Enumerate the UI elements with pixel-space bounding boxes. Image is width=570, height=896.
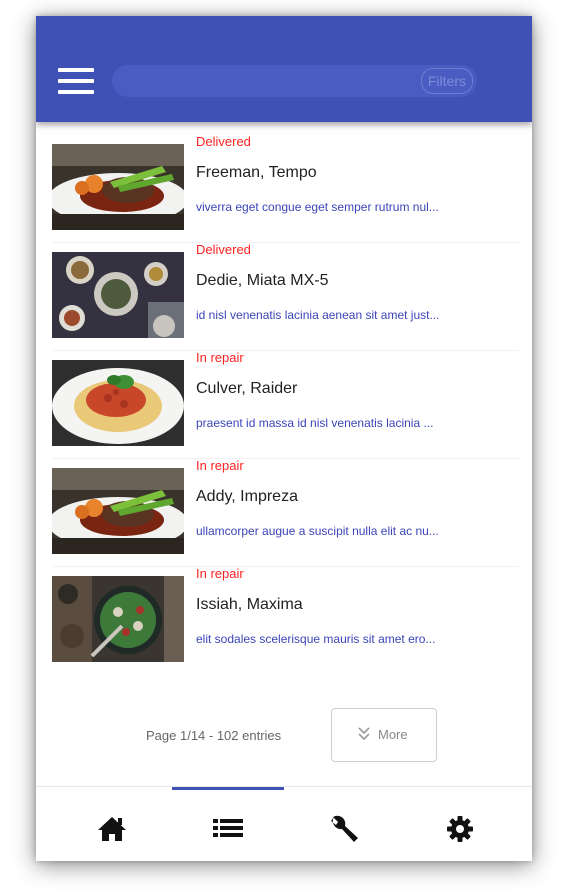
entry-title: Dedie, Miata MX-5 [196, 272, 329, 289]
more-button[interactable]: More [331, 708, 437, 762]
search-bar: Filters [112, 65, 477, 99]
more-button-label: More [378, 727, 408, 742]
list-item[interactable]: Delivered Freeman, Tempo viverra eget co… [52, 134, 519, 243]
list-item[interactable]: In repair Addy, Impreza ullamcorper augu… [52, 458, 519, 567]
entry-title: Addy, Impreza [196, 488, 298, 505]
search-input[interactable] [126, 65, 400, 99]
entry-title: Issiah, Maxima [196, 596, 303, 613]
steak-plate-image [52, 144, 184, 230]
status-badge: In repair [196, 458, 244, 473]
filters-button[interactable]: Filters [420, 68, 473, 94]
entry-title: Freeman, Tempo [196, 164, 317, 181]
bottom-navigation [36, 786, 532, 861]
table-dishes-image [52, 252, 184, 338]
status-badge: In repair [196, 350, 244, 365]
nav-list-button[interactable] [208, 809, 248, 849]
entry-description: id nisl venenatis lacinia aenean sit ame… [196, 308, 440, 322]
list-item[interactable]: Delivered Dedie, Miata MX-5 id nisl vene… [52, 242, 519, 351]
nav-settings-button[interactable] [440, 809, 480, 849]
nav-home-button[interactable] [92, 809, 132, 849]
status-badge: In repair [196, 566, 244, 581]
entry-description: viverra eget congue eget semper rutrum n… [196, 200, 439, 214]
list-icon [213, 819, 243, 837]
double-chevron-down-icon [358, 727, 370, 741]
salad-bowl-image [52, 576, 184, 662]
hamburger-menu-icon[interactable] [58, 68, 94, 94]
active-tab-indicator [172, 787, 284, 790]
status-badge: Delivered [196, 134, 251, 149]
gear-icon [447, 816, 473, 842]
spaghetti-plate-image [52, 360, 184, 446]
entry-description: ullamcorper augue a suscipit nulla elit … [196, 524, 439, 538]
app-screen: Filters Delivered Freeman, Tempo viverra… [36, 16, 532, 861]
entry-description: praesent id massa id nisl venenatis laci… [196, 416, 434, 430]
list-item[interactable]: In repair Culver, Raider praesent id mas… [52, 350, 519, 459]
wrench-icon [331, 815, 358, 842]
entry-description: elit sodales scelerisque mauris sit amet… [196, 632, 436, 646]
entry-title: Culver, Raider [196, 380, 298, 397]
status-badge: Delivered [196, 242, 251, 257]
pagination: Page 1/14 - 102 entries More [36, 708, 532, 762]
page-info-text: Page 1/14 - 102 entries [146, 728, 282, 743]
list-item[interactable]: In repair Issiah, Maxima elit sodales sc… [52, 566, 519, 674]
nav-repair-button[interactable] [324, 809, 364, 849]
steak-plate-image [52, 468, 184, 554]
top-app-bar: Filters [36, 16, 532, 122]
home-icon [98, 817, 126, 841]
